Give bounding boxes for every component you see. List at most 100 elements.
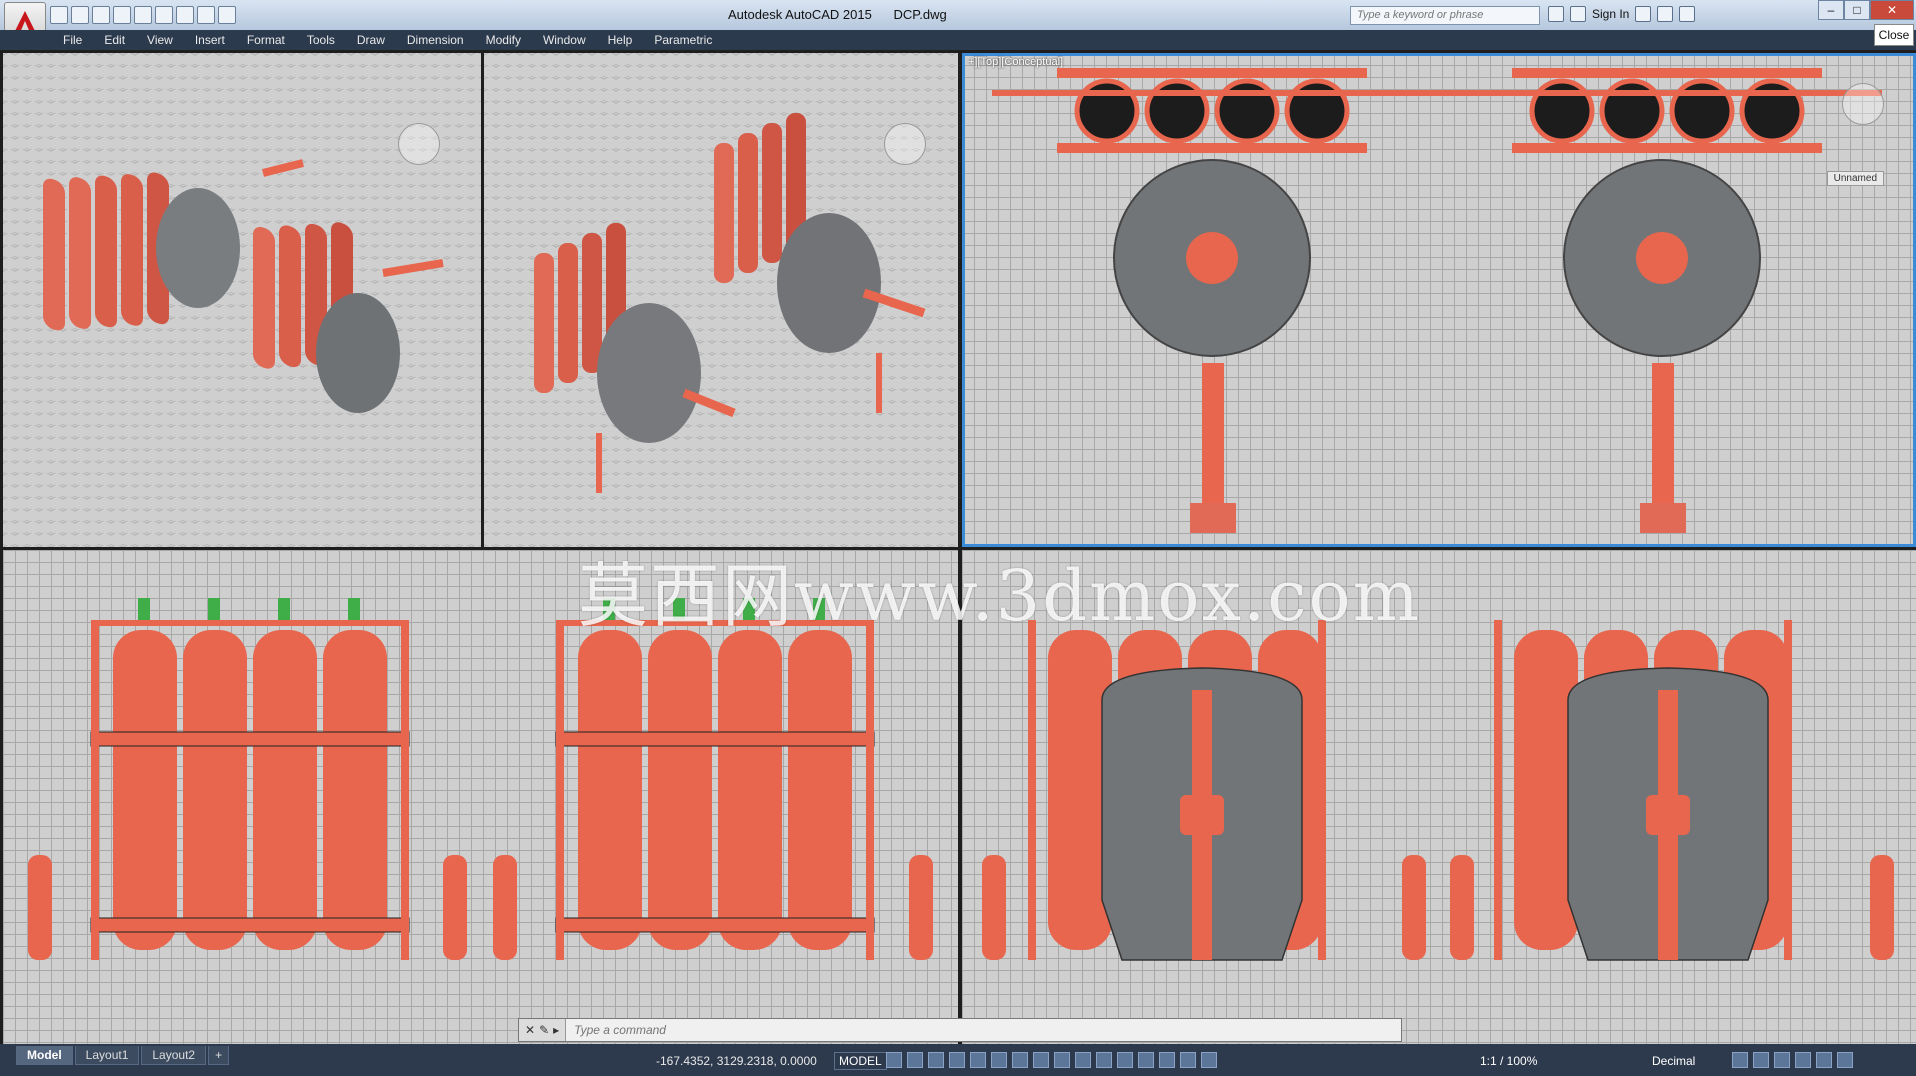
tank-shape (156, 188, 240, 308)
cylinder-rack-1 (90, 620, 410, 960)
viewport-top[interactable]: +][Top][Conceptual] Unnamed (962, 53, 1916, 547)
rack-with-tank-1 (1028, 620, 1326, 961)
user-icon (1570, 6, 1586, 22)
viewport-iso-left[interactable] (3, 53, 481, 547)
binoculars-icon[interactable] (1548, 6, 1564, 22)
gizmo-icon[interactable] (1159, 1052, 1175, 1068)
annotation-visibility-icon[interactable] (1180, 1052, 1196, 1068)
navcube-icon[interactable] (398, 123, 440, 165)
drafting-toggles (886, 1052, 1217, 1068)
exchange-icon[interactable] (1635, 6, 1652, 22)
plot-icon[interactable] (134, 6, 152, 24)
add-layout-button[interactable]: + (208, 1046, 230, 1065)
selection-filter-icon[interactable] (1138, 1052, 1154, 1068)
menu-format[interactable]: Format (236, 30, 296, 50)
search-input[interactable]: Type a keyword or phrase (1350, 6, 1540, 25)
isodraft-icon[interactable] (970, 1052, 986, 1068)
lock-ui-icon[interactable] (1753, 1052, 1769, 1068)
close-icon[interactable]: ✕ (525, 1023, 535, 1037)
tab-layout2[interactable]: Layout2 (141, 1046, 207, 1065)
quick-properties-icon[interactable] (1732, 1052, 1748, 1068)
top-view-drawing (992, 68, 1882, 533)
top-manifold-left (1057, 68, 1367, 153)
cylinder-rack-2 (555, 620, 875, 960)
command-input[interactable] (566, 1022, 1401, 1038)
menu-window[interactable]: Window (532, 30, 597, 50)
close-window-icon[interactable]: ✕ (1870, 0, 1914, 20)
model-space-button[interactable]: MODEL (834, 1052, 887, 1070)
top-right-tools: Sign In (1548, 6, 1696, 22)
new-file-icon[interactable] (50, 6, 68, 24)
customization-icon[interactable] (1837, 1052, 1853, 1068)
units-selector[interactable]: Decimal (1652, 1054, 1695, 1068)
snap-icon[interactable] (907, 1052, 923, 1068)
wrench-icon[interactable]: ✎ (539, 1023, 549, 1037)
iso-model-drawing-2 (534, 113, 926, 493)
coordinate-readout[interactable]: -167.4352, 3129.2318, 0.0000 (656, 1054, 817, 1068)
maximize-icon[interactable]: □ (1844, 0, 1870, 20)
menu-edit[interactable]: Edit (93, 30, 136, 50)
clean-screen-icon[interactable] (1816, 1052, 1832, 1068)
autodesk-exchange-icon[interactable] (218, 6, 236, 24)
viewport-front-left[interactable] (3, 550, 958, 1044)
navcube-icon[interactable] (1842, 83, 1884, 125)
menu-draw[interactable]: Draw (346, 30, 396, 50)
named-view-dropdown[interactable]: Unnamed (1826, 171, 1884, 186)
status-bar: Model Layout1 Layout2 + -167.4352, 3129.… (0, 1044, 1916, 1076)
menu-modify[interactable]: Modify (475, 30, 532, 50)
polar-icon[interactable] (949, 1052, 965, 1068)
rack-with-tank-2 (1494, 620, 1792, 961)
window-title: Autodesk AutoCAD 2015 DCP.dwg (728, 7, 965, 22)
help-icon[interactable] (1679, 6, 1696, 22)
quick-access-toolbar (50, 6, 236, 24)
menu-dimension[interactable]: Dimension (396, 30, 475, 50)
tab-model[interactable]: Model (16, 1046, 73, 1065)
object-snap-tracking-icon[interactable] (991, 1052, 1007, 1068)
status-right-icons (1732, 1052, 1853, 1068)
tab-layout1[interactable]: Layout1 (74, 1046, 140, 1065)
menu-help[interactable]: Help (597, 30, 644, 50)
window-controls: – □ ✕ (1818, 0, 1914, 20)
front-view-drawing-2 (982, 620, 1894, 961)
front-view-drawing (28, 598, 933, 960)
ortho-icon[interactable] (928, 1052, 944, 1068)
redo-icon[interactable] (197, 6, 215, 24)
menu-parametric[interactable]: Parametric (643, 30, 723, 50)
minimize-icon[interactable]: – (1818, 0, 1844, 20)
menu-insert[interactable]: Insert (184, 30, 236, 50)
top-manifold-right (1512, 68, 1822, 153)
dynamic-ucs-icon[interactable] (1117, 1052, 1133, 1068)
file-name: DCP.dwg (893, 7, 947, 22)
sign-in-button[interactable]: Sign In (1592, 7, 1629, 21)
tank-shape (316, 293, 400, 413)
grid-icon[interactable] (886, 1052, 902, 1068)
open-file-icon[interactable] (71, 6, 89, 24)
lineweight-icon[interactable] (1033, 1052, 1049, 1068)
menu-view[interactable]: View (136, 30, 184, 50)
drawing-area[interactable]: +][Top][Conceptual] Unnamed 莫西网www.3dmox… (0, 50, 1916, 1044)
command-line: ✕ ✎ ▸ (518, 1018, 1402, 1042)
viewport-front-right[interactable] (962, 550, 1916, 1044)
a360-icon[interactable] (1657, 6, 1674, 22)
navcube-icon[interactable] (884, 123, 926, 165)
auto-scale-icon[interactable] (1201, 1052, 1217, 1068)
viewport-iso-right[interactable] (484, 53, 958, 547)
command-line-tools: ✕ ✎ ▸ (519, 1019, 567, 1041)
menu-tools[interactable]: Tools (296, 30, 346, 50)
save-icon[interactable] (92, 6, 110, 24)
annotation-scale[interactable]: 1:1 / 100% (1480, 1054, 1537, 1068)
undo-icon[interactable] (176, 6, 194, 24)
green-valves (138, 598, 825, 620)
save-as-icon[interactable] (113, 6, 131, 24)
close-tooltip[interactable]: Close (1874, 24, 1914, 46)
isolate-objects-icon[interactable] (1774, 1052, 1790, 1068)
transparency-icon[interactable] (1054, 1052, 1070, 1068)
command-prompt-icon[interactable]: ▸ (553, 1023, 559, 1037)
3d-osnap-icon[interactable] (1096, 1052, 1112, 1068)
object-snap-icon[interactable] (1012, 1052, 1028, 1068)
hardware-acceleration-icon[interactable] (1795, 1052, 1811, 1068)
print-icon[interactable] (155, 6, 173, 24)
menu-file[interactable]: File (52, 30, 93, 50)
selection-cycling-icon[interactable] (1075, 1052, 1091, 1068)
menu-bar: File Edit View Insert Format Tools Draw … (0, 30, 1916, 50)
